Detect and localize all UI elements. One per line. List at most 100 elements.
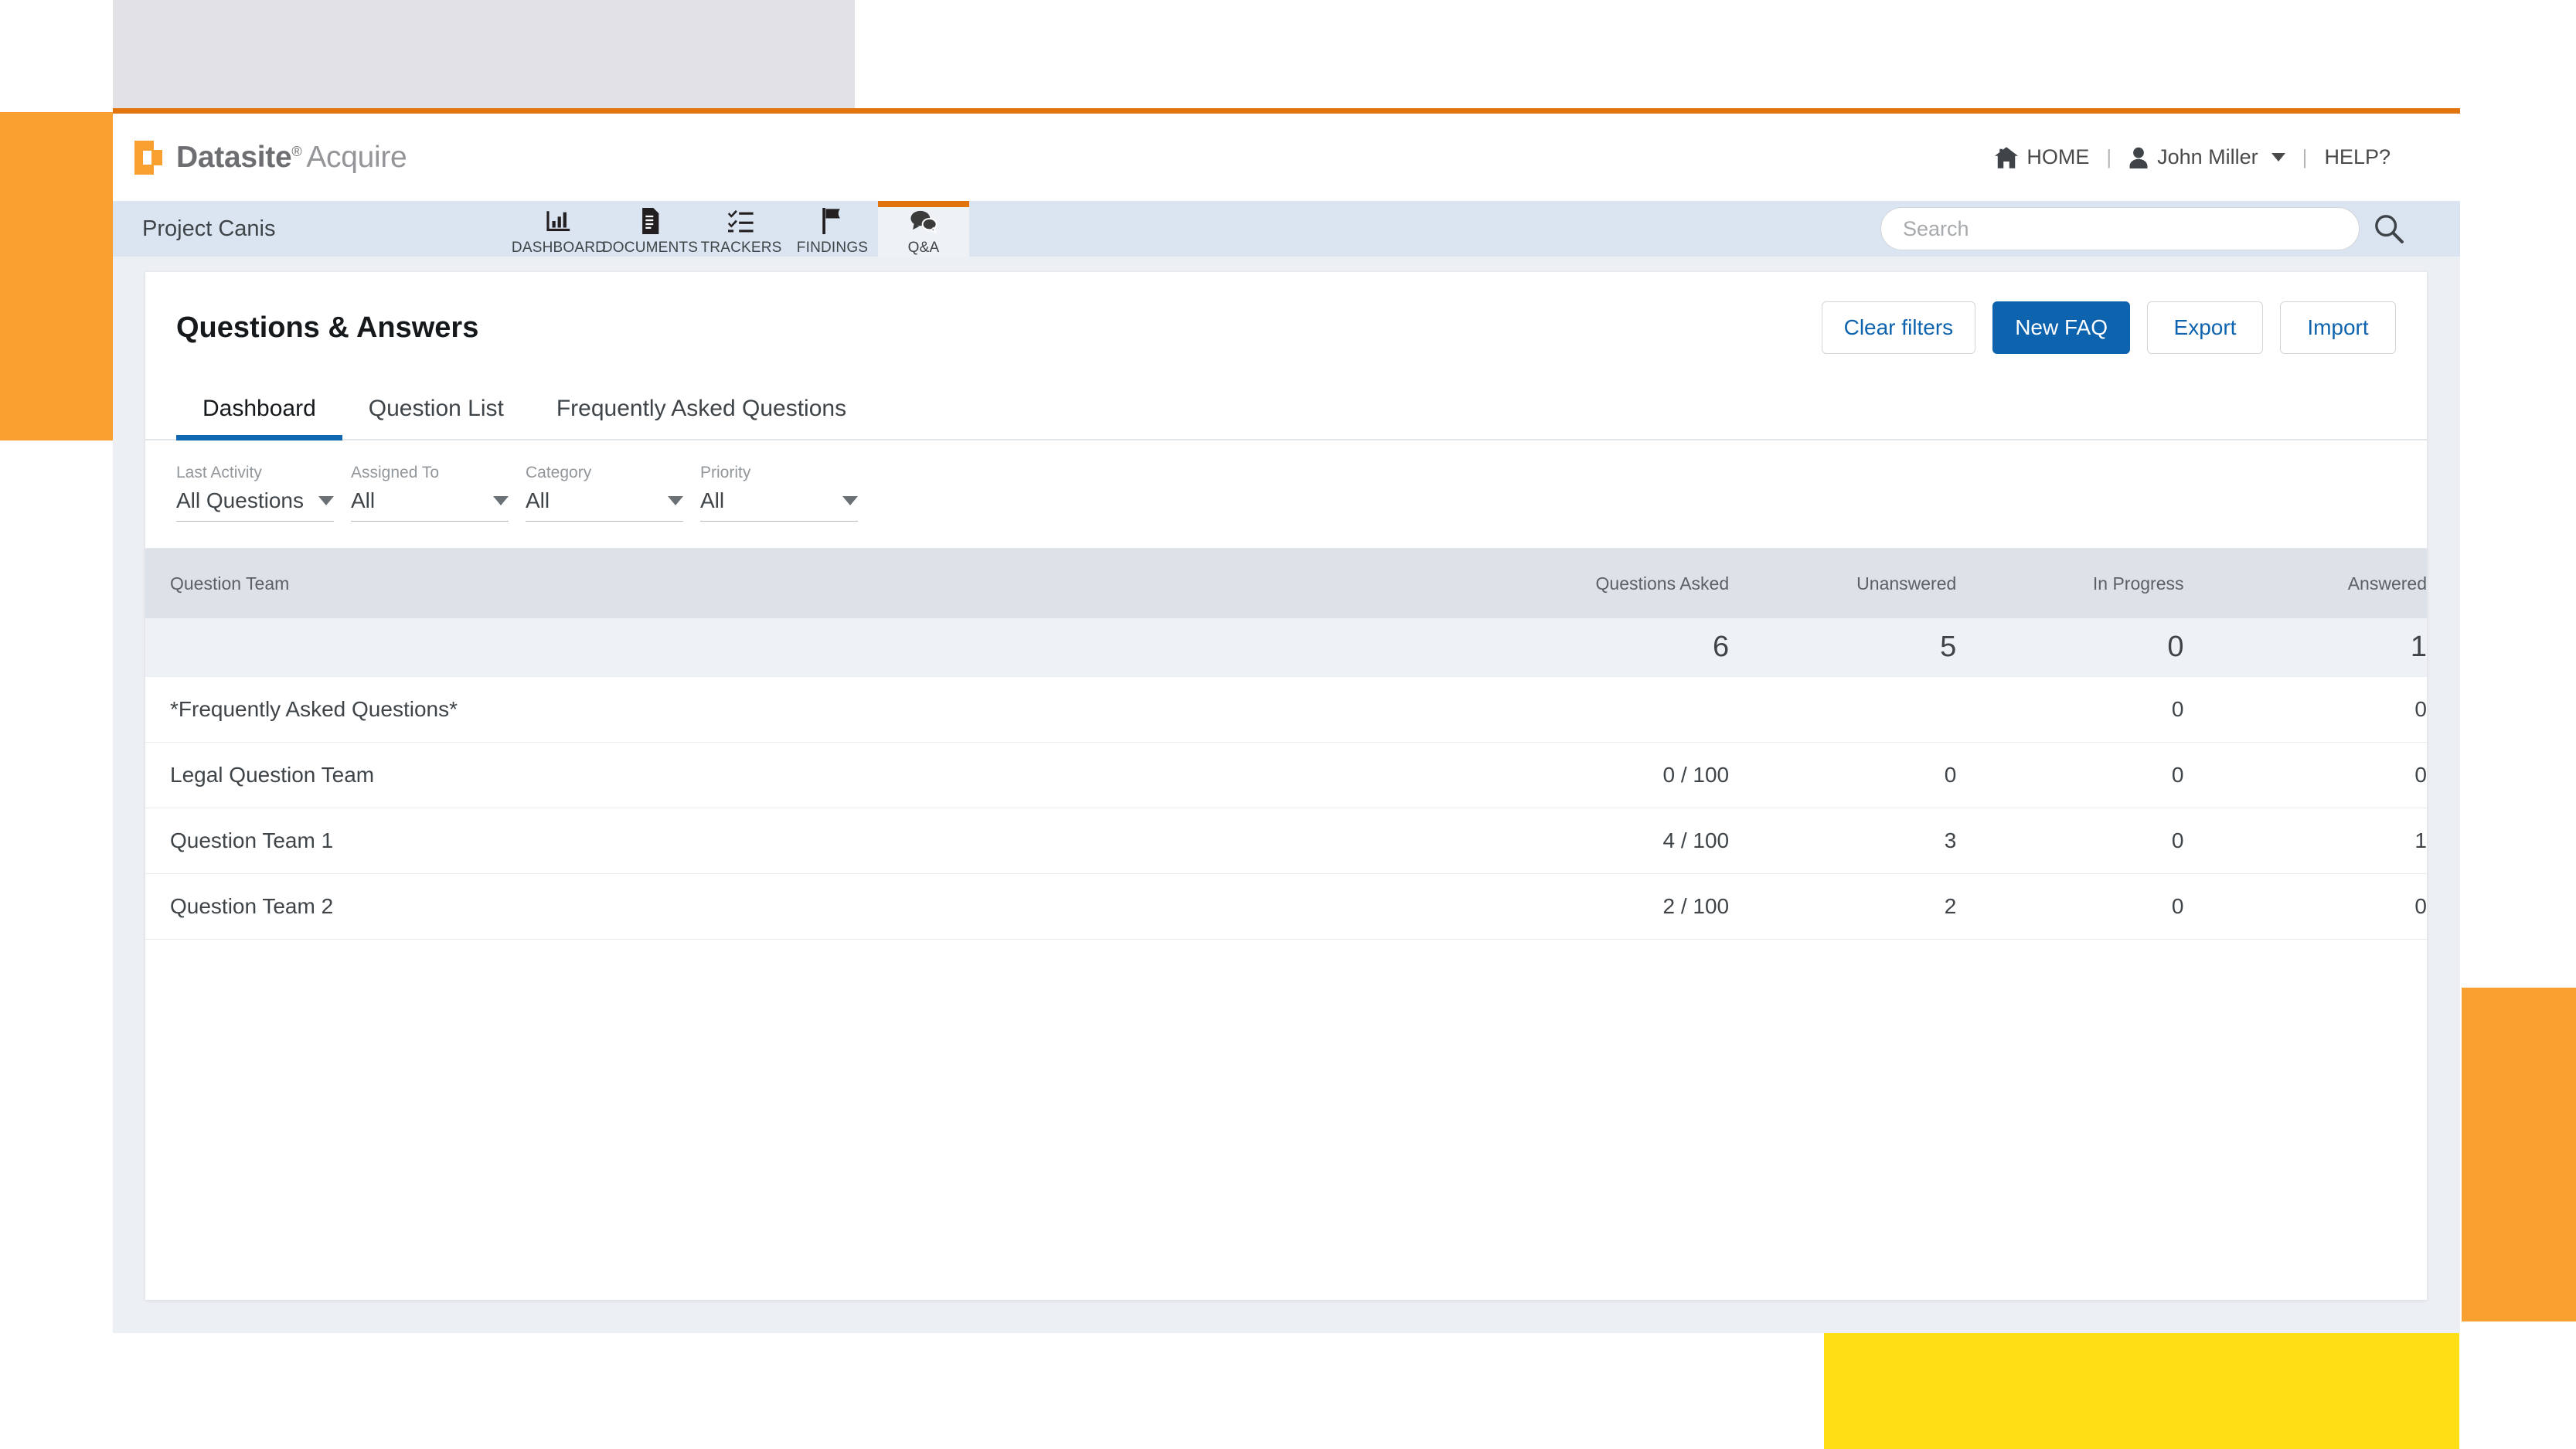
- nav-item-findings[interactable]: FINDINGS: [787, 201, 878, 257]
- help-label: HELP?: [2324, 145, 2391, 168]
- datasite-logo-mark-icon: [134, 140, 164, 175]
- export-button[interactable]: Export: [2147, 301, 2263, 354]
- filter-last-activity-value: All Questions: [176, 488, 304, 512]
- new-faq-button[interactable]: New FAQ: [1992, 301, 2130, 354]
- totals-answered: 1: [2183, 618, 2427, 677]
- app-window: Datasite® Acquire HOME | John Miller | HE…: [113, 108, 2460, 1333]
- home-icon: [1995, 146, 2019, 168]
- totals-questions-asked: 6: [1415, 618, 1730, 677]
- nav-item-dashboard[interactable]: DASHBOARD: [512, 201, 606, 257]
- tab-frequently-asked-questions[interactable]: Frequently Asked Questions: [530, 383, 873, 439]
- table-totals-row: 6 5 0 1: [145, 618, 2427, 677]
- row-team-name: Question Team 1: [145, 808, 1416, 874]
- column-header-question-team[interactable]: Question Team: [145, 549, 1416, 618]
- filter-assigned-to-control[interactable]: All: [351, 488, 509, 522]
- filter-priority-value: All: [700, 488, 725, 512]
- row-answered: 0: [2183, 873, 2427, 940]
- document-icon: [638, 207, 662, 235]
- filter-last-activity-label: Last Activity: [176, 464, 262, 481]
- row-answered: 0: [2183, 676, 2427, 743]
- row-unanswered: 0: [1729, 742, 1957, 808]
- decor-yellow-block-bottom: [1824, 1333, 2459, 1449]
- table-row[interactable]: *Frequently Asked Questions* 0 0: [145, 676, 2427, 743]
- user-menu[interactable]: John Miller: [2115, 145, 2299, 169]
- filter-last-activity-control[interactable]: All Questions: [176, 488, 334, 522]
- clear-filters-button[interactable]: Clear filters: [1821, 301, 1976, 354]
- table-header: Question Team Questions Asked Unanswered…: [145, 549, 2427, 618]
- row-answered: 1: [2183, 808, 2427, 874]
- main-nav: DASHBOARD DOCUMENTS TRACKERS FINDINGS Q&…: [512, 201, 969, 257]
- decor-orange-block-left: [0, 112, 113, 440]
- column-header-answered[interactable]: Answered: [2183, 549, 2427, 618]
- table-row[interactable]: Legal Question Team 0 / 100 0 0 0: [145, 742, 2427, 808]
- qa-content-card: Questions & Answers Clear filters New FA…: [145, 272, 2427, 1300]
- row-questions-asked: 4 / 100: [1415, 808, 1730, 874]
- chevron-down-icon: [2271, 153, 2285, 162]
- brand-text: Datasite® Acquire: [176, 141, 407, 175]
- filter-bar: Last Activity All Questions Assigned To …: [145, 440, 2427, 549]
- table-row[interactable]: Question Team 1 4 / 100 3 0 1: [145, 808, 2427, 874]
- qa-tabs: Dashboard Question List Frequently Asked…: [145, 383, 2427, 440]
- row-team-name: Legal Question Team: [145, 742, 1416, 808]
- column-header-questions-asked[interactable]: Questions Asked: [1415, 549, 1730, 618]
- brand-name: Datasite: [176, 140, 292, 174]
- filter-category-control[interactable]: All: [526, 488, 683, 522]
- import-button[interactable]: Import: [2280, 301, 2396, 354]
- card-header: Questions & Answers Clear filters New FA…: [145, 272, 2427, 354]
- filter-last-activity[interactable]: Last Activity All Questions: [176, 464, 334, 522]
- checklist-icon: [728, 207, 754, 235]
- decor-gray-block: [113, 0, 855, 114]
- masthead-separator-1: |: [2106, 145, 2112, 168]
- filter-assigned-to-label: Assigned To: [351, 464, 440, 481]
- nav-item-trackers[interactable]: TRACKERS: [696, 201, 787, 257]
- filter-assigned-to[interactable]: Assigned To All: [351, 464, 509, 522]
- tab-question-list[interactable]: Question List: [342, 383, 530, 439]
- row-unanswered: 2: [1729, 873, 1957, 940]
- chevron-down-icon: [318, 496, 334, 505]
- filter-category-value: All: [526, 488, 550, 512]
- tab-dashboard[interactable]: Dashboard: [176, 383, 342, 440]
- brand-logo[interactable]: Datasite® Acquire: [134, 140, 407, 175]
- nav-item-qa[interactable]: Q&A: [878, 201, 969, 257]
- table-header-row: Question Team Questions Asked Unanswered…: [145, 549, 2427, 618]
- row-answered: 0: [2183, 742, 2427, 808]
- project-name: Project Canis: [142, 216, 276, 241]
- brand-registered-mark: ®: [291, 143, 302, 159]
- user-icon: [2129, 147, 2149, 168]
- chevron-down-icon: [493, 496, 509, 505]
- totals-team-cell: [145, 618, 1416, 677]
- nav-item-documents[interactable]: DOCUMENTS: [602, 201, 698, 257]
- column-header-unanswered[interactable]: Unanswered: [1729, 549, 1957, 618]
- user-name-label: John Miller: [2157, 145, 2258, 168]
- masthead: Datasite® Acquire HOME | John Miller | HE…: [113, 114, 2460, 201]
- flag-icon: [820, 207, 845, 235]
- chat-bubbles-icon: [910, 207, 938, 235]
- row-in-progress: 0: [1956, 873, 2184, 940]
- filter-priority[interactable]: Priority All: [700, 464, 858, 522]
- help-link[interactable]: HELP?: [2310, 145, 2404, 169]
- search-input[interactable]: [1901, 216, 2339, 242]
- question-team-table: Question Team Questions Asked Unanswered…: [145, 549, 2427, 940]
- nav-item-trackers-label: TRACKERS: [700, 240, 782, 256]
- filter-category[interactable]: Category All: [526, 464, 683, 522]
- decor-orange-block-right: [2462, 988, 2576, 1321]
- bar-chart-icon: [546, 207, 572, 235]
- row-questions-asked: [1415, 676, 1730, 743]
- search-icon[interactable]: [2374, 213, 2404, 244]
- row-in-progress: 0: [1956, 808, 2184, 874]
- nav-item-qa-label: Q&A: [907, 240, 940, 256]
- totals-unanswered: 5: [1729, 618, 1957, 677]
- filter-priority-control[interactable]: All: [700, 488, 858, 522]
- table-row[interactable]: Question Team 2 2 / 100 2 0 0: [145, 873, 2427, 940]
- row-in-progress: 0: [1956, 676, 2184, 743]
- home-label: HOME: [2026, 145, 2090, 168]
- filter-assigned-to-value: All: [351, 488, 376, 512]
- row-unanswered: 3: [1729, 808, 1957, 874]
- chevron-down-icon: [668, 496, 683, 505]
- project-nav-bar: Project Canis DASHBOARD DOCUMENTS TRACKE…: [113, 201, 2460, 257]
- column-header-in-progress[interactable]: In Progress: [1956, 549, 2184, 618]
- chevron-down-icon: [842, 496, 858, 505]
- row-questions-asked: 2 / 100: [1415, 873, 1730, 940]
- home-link[interactable]: HOME: [1981, 145, 2103, 169]
- search-box[interactable]: [1880, 207, 2360, 250]
